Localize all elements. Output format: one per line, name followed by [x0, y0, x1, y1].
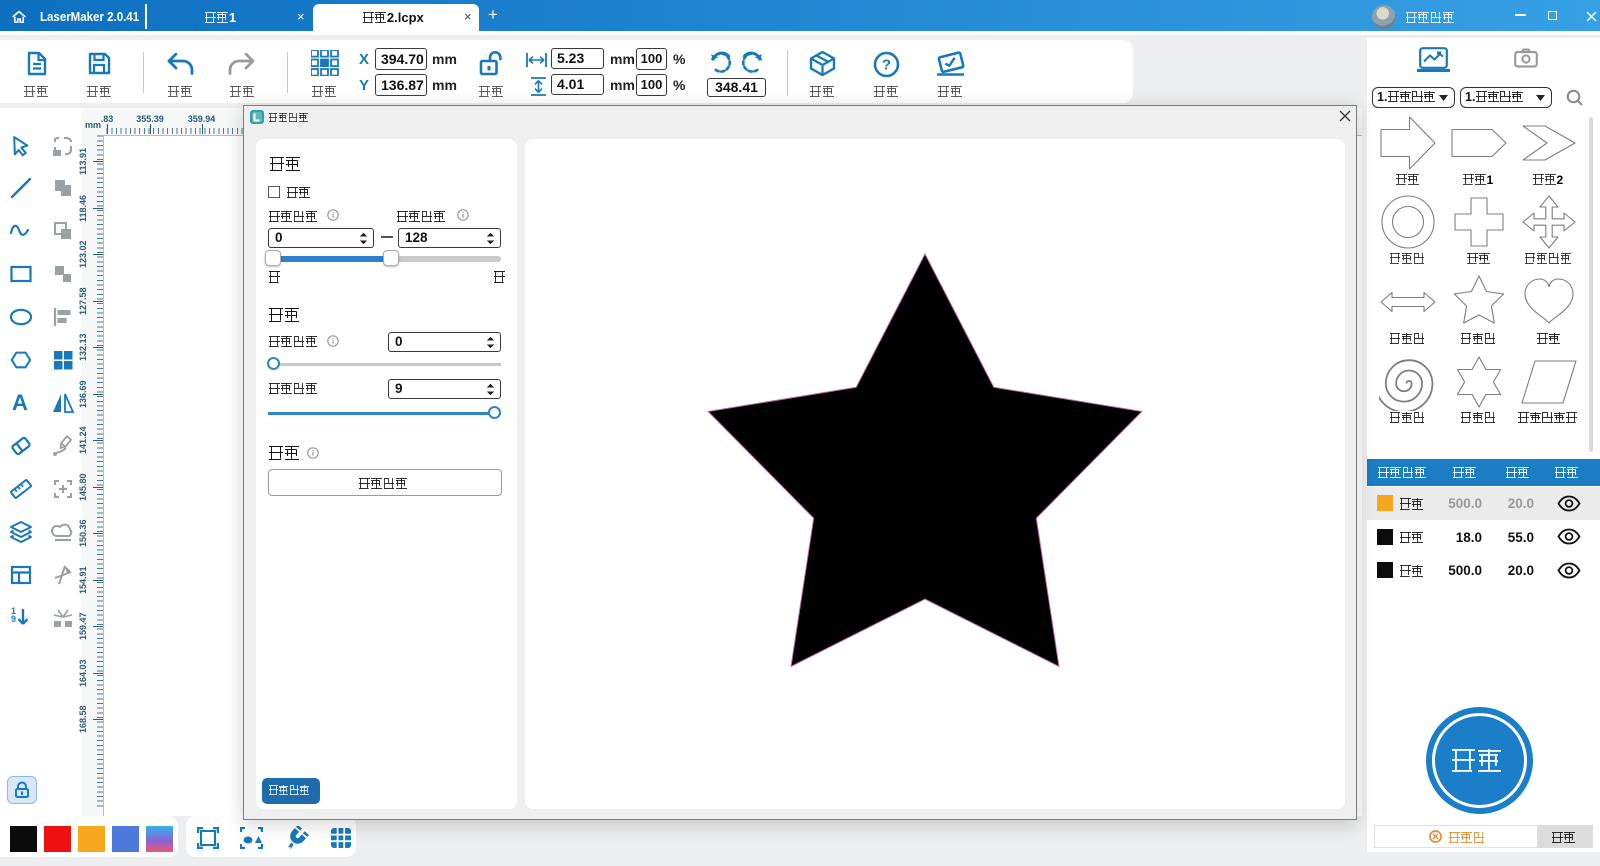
svg-text:?: ?: [882, 57, 891, 74]
